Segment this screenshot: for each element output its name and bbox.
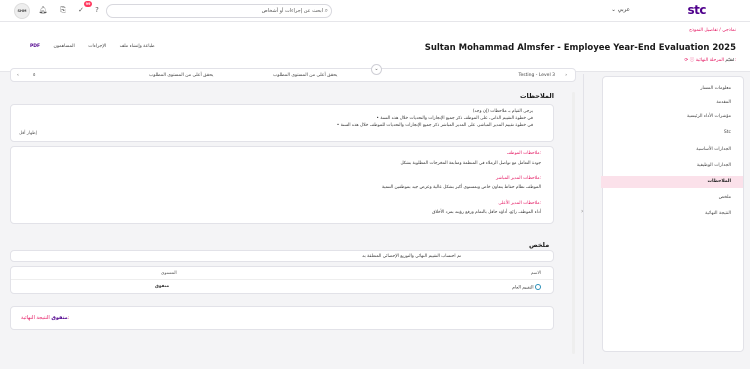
search-placeholder: ابحث عن إجراءات أو أشخاص <box>261 8 323 14</box>
table-row-value: متفوق <box>155 284 170 289</box>
instruction-line: يرجى القيام بـ ملاحظات (إن وجد) <box>472 109 533 114</box>
instruction-line: • في خطوة التقييم الذاتي، على الموظف ذكر… <box>376 116 533 121</box>
inbox-icon[interactable]: ⎘ <box>58 5 68 15</box>
avatar[interactable]: SHM <box>14 3 30 19</box>
print-button[interactable]: طباعة وإنشاء ملف <box>120 44 155 49</box>
comment-heading: ملاحظات الموظف: <box>506 151 541 156</box>
divider <box>583 74 584 364</box>
top-bar: stc ⌄ عربي ⌕ ابحث عن إجراءات أو أشخاص ? … <box>0 0 750 22</box>
page-title: Sultan Mohammad Almsfer - Employee Year-… <box>424 43 736 53</box>
comments-section-title: الملاحظات <box>520 92 554 100</box>
section-nav: معلومات المسار المقدمة مؤشرات الأداء الر… <box>601 76 744 352</box>
sidebar-item-final-result[interactable]: النتيجة النهائية <box>601 208 743 220</box>
competency-level-row: Testing - Level 3 يحقق أعلى من المستوى ا… <box>10 68 576 82</box>
progress-ring-icon <box>535 284 541 290</box>
search-input[interactable]: ⌕ ابحث عن إجراءات أو أشخاص <box>106 4 332 18</box>
show-less-link[interactable]: إظهار أقل <box>19 131 37 136</box>
level-label: Testing - Level 3 <box>518 73 555 78</box>
level-option-2: يحقق أعلى من المستوى المطلوب <box>149 73 214 78</box>
bell-icon[interactable]: 🔔︎ <box>38 5 48 15</box>
scrollbar[interactable] <box>572 92 575 354</box>
sidebar-item-summary[interactable]: ملخص <box>601 192 743 204</box>
level-extra: ٥ <box>33 73 36 78</box>
divider <box>11 279 553 280</box>
chevron-right-icon[interactable]: › <box>565 73 567 78</box>
search-icon: ⌕ <box>324 7 328 14</box>
comments-instructions: يرجى القيام بـ ملاحظات (إن وجد) • في خطو… <box>10 104 554 142</box>
table-row-name: التقييم العام <box>512 284 541 291</box>
chevron-left-icon[interactable]: ‹ <box>17 73 19 78</box>
summary-table: الاسم المستوى التقييم العام متفوق <box>10 266 554 294</box>
pdf-button[interactable]: PDF <box>30 44 40 49</box>
sidebar-item-stc[interactable]: Stc <box>601 127 743 139</box>
summary-section-title: ملخص <box>529 241 550 249</box>
comment-body: أداء الموظف رائع، أداؤه حافل بالتمام ورف… <box>432 210 541 215</box>
collapse-toggle-icon[interactable]: ⌄ <box>371 64 382 75</box>
header-actions: PDF طباعة وإنشاء ملف الإجراءات المساهمون <box>30 44 167 49</box>
sidebar-item-core-competencies[interactable]: الجدارات الأساسية <box>601 144 743 156</box>
final-result: متفوق النتيجة النهائية: <box>10 306 554 330</box>
actions-button[interactable]: الإجراءات <box>88 44 106 49</box>
final-result-value: متفوق <box>51 315 68 321</box>
refresh-icon[interactable]: ⟳ <box>685 58 689 63</box>
level-option-1: يحقق أعلى من المستوى المطلوب <box>273 73 338 78</box>
sidebar-item-kpis[interactable]: مؤشرات الأداء الرئيسية <box>601 111 743 123</box>
column-header: المستوى <box>161 271 177 276</box>
chevron-right-icon[interactable]: › <box>581 208 586 218</box>
summary-note: تم احتساب التقييم النهائي والتوزيع الإحص… <box>10 250 554 262</box>
phase-status: ⟳ ⓘ مُقيّم المرحلة النهائية: <box>684 58 736 63</box>
comments-list: ملاحظات الموظف: جودة التعامل مع تواصل ال… <box>10 146 554 224</box>
sidebar-item-job-competencies[interactable]: الجدارات الوظيفية <box>601 160 743 172</box>
tasks-icon[interactable]: ✓ 99 <box>76 1 92 15</box>
comment-heading: ملاحظات المدير المباشر: <box>496 176 541 181</box>
breadcrumb[interactable]: نماذجي / تفاصيل النموذج <box>689 28 736 33</box>
sidebar-item-route-info[interactable]: معلومات المسار <box>601 83 743 95</box>
column-header: الاسم <box>530 271 541 276</box>
comment-body: جودة التعامل مع تواصل الزملاء في المنظمة… <box>400 161 541 166</box>
comment-heading: ملاحظات المدير الأعلى: <box>498 201 541 206</box>
language-selector[interactable]: ⌄ عربي <box>611 7 630 13</box>
help-icon[interactable]: ? <box>92 5 102 15</box>
sidebar-item-comments[interactable]: الملاحظات <box>601 176 743 188</box>
sidebar-item-intro[interactable]: المقدمة <box>601 97 743 109</box>
info-icon[interactable]: ⓘ <box>690 58 695 63</box>
comment-body: الموظف نظام حفاظ يتعاون خاص وبمستوى أكبر… <box>381 185 541 190</box>
stc-logo[interactable]: stc <box>688 3 707 17</box>
notification-count-badge: 99 <box>84 1 92 7</box>
contributors-button[interactable]: المساهمون <box>54 44 75 49</box>
instruction-line: • في خطوة تقييم المدير المباشر، على المد… <box>336 123 533 128</box>
